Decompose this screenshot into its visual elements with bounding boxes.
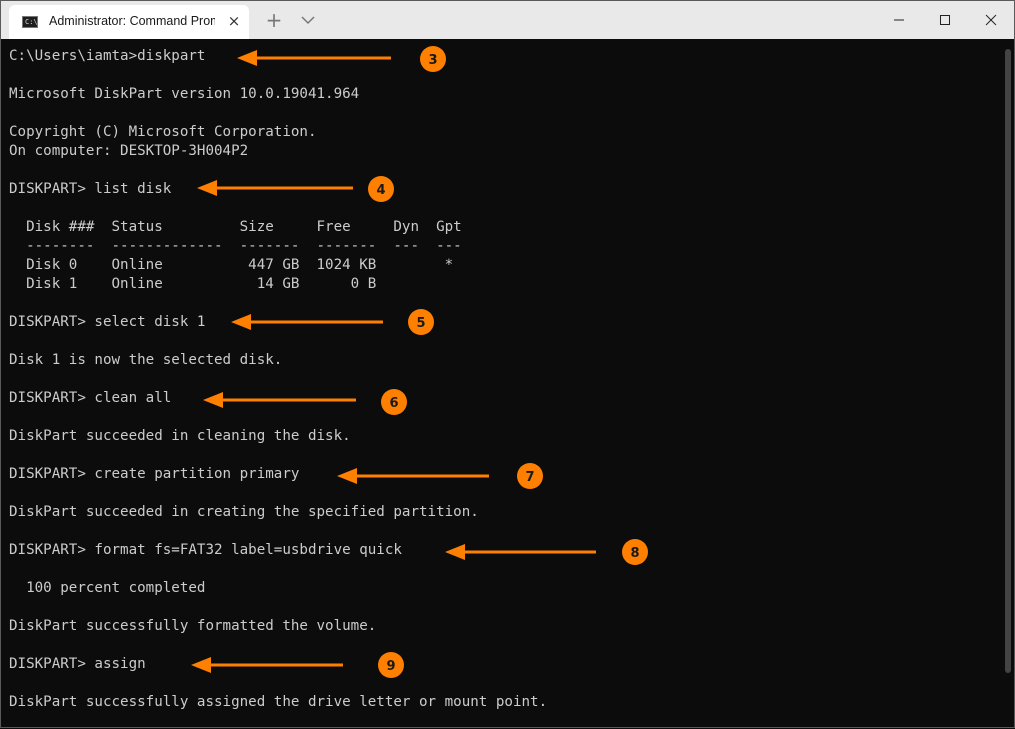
tab-command-prompt[interactable]: C:\ Administrator: Command Prompt ×: [9, 5, 249, 39]
title-bar: C:\ Administrator: Command Prompt × +: [1, 1, 1014, 39]
tab-close-button[interactable]: ×: [225, 11, 243, 31]
output-line: DiskPart successfully formatted the volu…: [9, 618, 377, 634]
prompt-command: DISKPART> assign: [9, 656, 146, 672]
prompt-command: DISKPART> format fs=FAT32 label=usbdrive…: [9, 542, 402, 558]
minimize-icon: [894, 19, 904, 21]
command-prompt-icon: C:\: [22, 16, 38, 28]
output-line: DiskPart succeeded in cleaning the disk.: [9, 428, 351, 444]
output-line: Copyright (C) Microsoft Corporation.: [9, 124, 317, 140]
disk-table-row: Disk 1 Online 14 GB 0 B: [9, 276, 377, 292]
prompt-command: DISKPART> list disk: [9, 181, 172, 197]
minimize-button[interactable]: [876, 1, 922, 39]
disk-table-header: Disk ### Status Size Free Dyn Gpt: [9, 219, 462, 235]
prompt-command: DISKPART> create partition primary: [9, 466, 300, 482]
output-line: DiskPart successfully assigned the drive…: [9, 694, 548, 710]
terminal-output[interactable]: C:\Users\iamta>diskpart Microsoft DiskPa…: [1, 39, 1001, 727]
prompt-command: DISKPART> clean all: [9, 390, 172, 406]
disk-table-row: Disk 0 Online 447 GB 1024 KB *: [9, 257, 454, 273]
disk-table-separator: -------- ------------- ------- ------- -…: [9, 238, 462, 254]
terminal-window: C:\ Administrator: Command Prompt × + C:…: [0, 0, 1015, 728]
output-line: DiskPart succeeded in creating the speci…: [9, 504, 479, 520]
output-line: 100 percent completed: [9, 580, 206, 596]
output-line: Microsoft DiskPart version 10.0.19041.96…: [9, 86, 360, 102]
scrollbar[interactable]: [1005, 49, 1011, 673]
maximize-button[interactable]: [922, 1, 968, 39]
chevron-down-icon[interactable]: [297, 9, 319, 31]
prompt-command: DISKPART> select disk 1: [9, 314, 206, 330]
tab-title: Administrator: Command Prompt: [49, 14, 215, 28]
new-tab-button[interactable]: +: [263, 9, 285, 31]
close-window-button[interactable]: [968, 1, 1014, 39]
output-line: Disk 1 is now the selected disk.: [9, 352, 283, 368]
output-line: On computer: DESKTOP-3H004P2: [9, 143, 249, 159]
prompt-command: C:\Users\iamta>diskpart: [9, 48, 206, 64]
maximize-icon: [940, 15, 950, 25]
close-icon: [985, 14, 997, 26]
